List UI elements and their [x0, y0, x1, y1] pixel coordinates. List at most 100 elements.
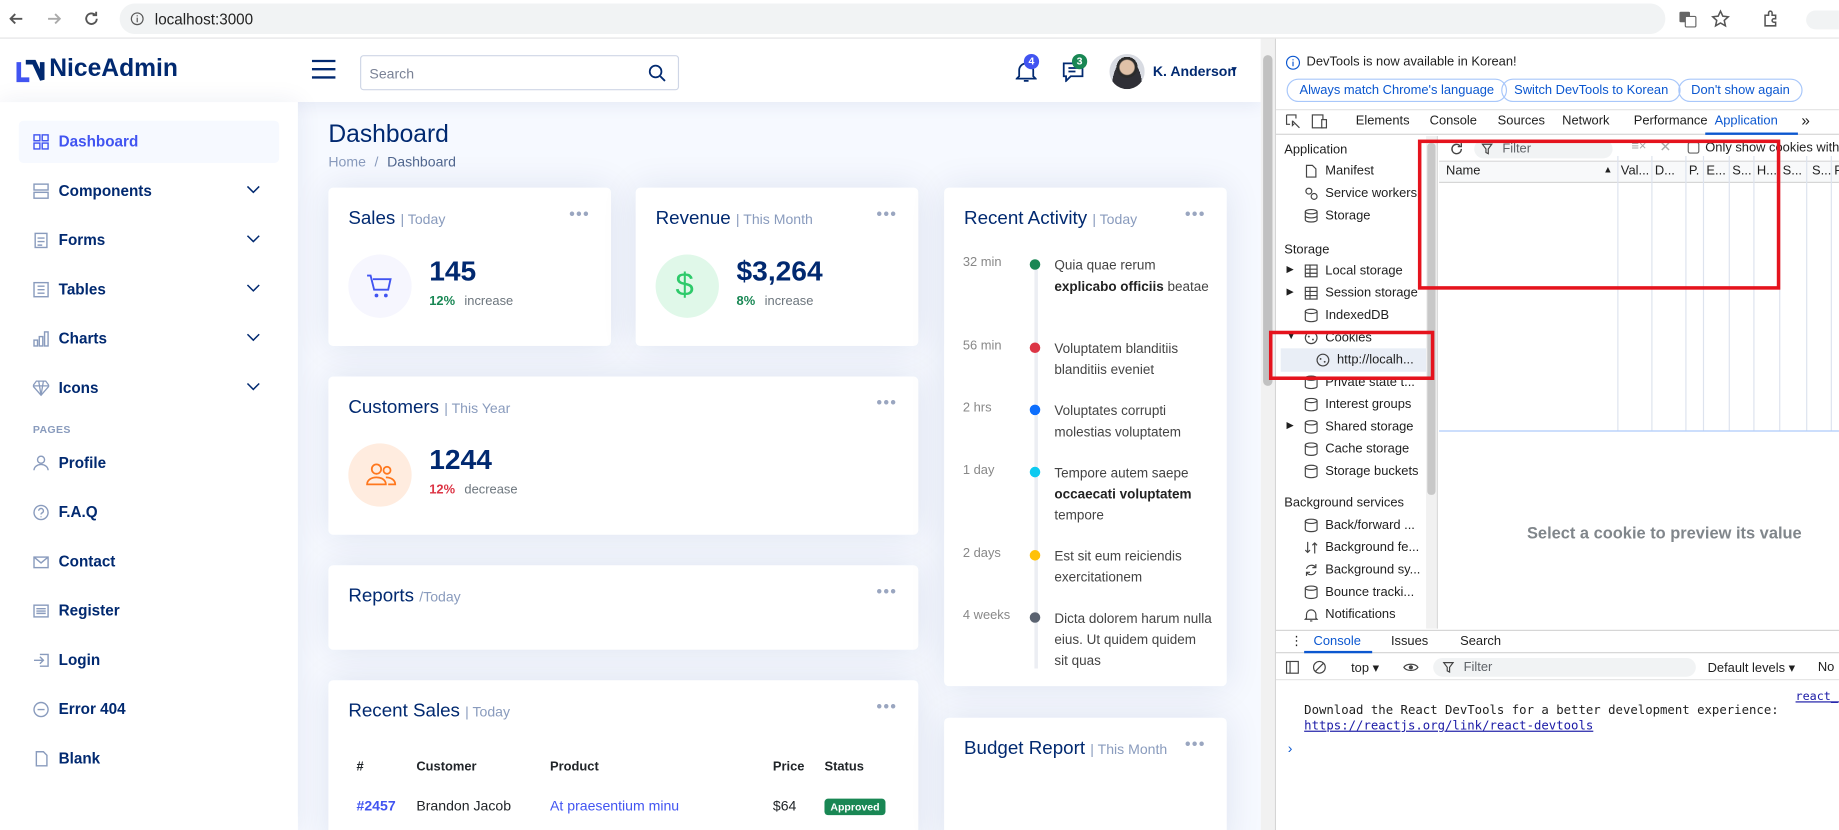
translate-icon[interactable] [1678, 9, 1697, 28]
preview-divider [1439, 430, 1839, 432]
card-title-text: Customers [348, 397, 440, 418]
column-header[interactable]: Customer [416, 760, 476, 774]
drawer-tab-console[interactable]: Console [1314, 634, 1361, 648]
expand-arrow-icon[interactable]: ▶ [1287, 420, 1294, 431]
recent-activity-card: Recent Activity | Today ••• 32 min Quia … [944, 187, 1227, 687]
card-subtitle: | Today [400, 211, 446, 228]
revenue-percent: 8% [736, 294, 756, 309]
sidebar-item-tables[interactable]: Tables [19, 269, 279, 311]
clear-console-icon[interactable] [1312, 660, 1326, 674]
profile-button[interactable] [1806, 10, 1839, 30]
sidebar-toggle-icon[interactable] [1285, 660, 1299, 674]
tab-performance[interactable]: Performance [1634, 114, 1708, 128]
inspect-element-icon[interactable] [1285, 114, 1300, 129]
console-source-link[interactable]: react_r [1796, 691, 1839, 704]
console-prompt-icon[interactable]: › [1288, 740, 1293, 756]
sidebar-item-login[interactable]: Login [19, 639, 279, 681]
tab-application[interactable]: Application [1715, 114, 1778, 128]
table-icon [1304, 286, 1318, 300]
column-header[interactable]: Product [550, 760, 599, 774]
column-header[interactable]: # [357, 760, 364, 774]
cart-icon-circle [348, 254, 412, 318]
url-text: localhost:3000 [154, 10, 254, 29]
tab-network[interactable]: Network [1562, 114, 1609, 128]
sidebar-item-error-404[interactable]: Error 404 [19, 688, 279, 730]
card-title-text: Reports [348, 586, 415, 607]
product-link[interactable]: At praesentium minu [550, 798, 679, 814]
sidebar-item-blank[interactable]: Blank [19, 738, 279, 780]
tab-console[interactable]: Console [1430, 114, 1477, 128]
more-options-icon[interactable]: ••• [1185, 734, 1206, 753]
sidebar-item-forms[interactable]: Forms [19, 219, 279, 261]
order-id-link[interactable]: #2457 [357, 798, 396, 814]
search-input[interactable]: Search [360, 55, 680, 91]
activity-text-part: Dicta dolorem harum nulla eius. Ut quide… [1054, 612, 1212, 669]
console-filter-input[interactable]: Filter [1433, 657, 1696, 677]
address-bar[interactable]: localhost:3000 [119, 3, 1666, 35]
devtools-notice: DevTools is now available in Korean! [1306, 55, 1517, 70]
card-title-text: Recent Activity [964, 208, 1088, 229]
sidebar-item-icons[interactable]: Icons [19, 367, 279, 409]
drawer-menu-icon[interactable]: ⋮ [1290, 633, 1303, 648]
card-title: Customers | This Year [348, 398, 510, 419]
star-icon[interactable] [1711, 9, 1730, 28]
sidebar-item-contact[interactable]: Contact [19, 541, 279, 583]
column-samesite[interactable]: S... [1812, 164, 1831, 178]
sidebar-item-label: Blank [58, 749, 101, 768]
dont-show-again-button[interactable]: Don't show again [1678, 78, 1803, 103]
tab-elements[interactable]: Elements [1356, 114, 1410, 128]
react-devtools-link[interactable]: https://reactjs.org/link/react-devtools [1304, 719, 1778, 734]
reload-icon[interactable] [82, 9, 101, 28]
console-message-text: Download the React DevTools for a better… [1304, 703, 1779, 718]
tab-sources[interactable]: Sources [1498, 114, 1545, 128]
card-title-text: Budget Report [964, 738, 1086, 759]
expand-arrow-icon[interactable]: ▶ [1287, 264, 1294, 275]
search-icon[interactable] [648, 64, 667, 83]
sales-value: 145 [429, 255, 477, 288]
info-icon[interactable] [130, 12, 144, 26]
log-levels-dropdown[interactable]: Default levels ▾ [1708, 660, 1796, 675]
forward-icon[interactable] [45, 9, 64, 28]
sidebar-item-label: Dashboard [58, 132, 139, 151]
drawer-tab-issues[interactable]: Issues [1391, 634, 1428, 648]
more-options-icon[interactable]: ••• [876, 393, 897, 412]
drawer-tab-search[interactable]: Search [1460, 634, 1501, 648]
more-options-icon[interactable]: ••• [876, 582, 897, 601]
drawer-active-indicator [1304, 650, 1373, 654]
sidebar-item-dashboard[interactable]: Dashboard [18, 120, 280, 164]
breadcrumb-home[interactable]: Home [328, 154, 366, 170]
back-icon[interactable] [7, 9, 26, 28]
sidebar-item-faq[interactable]: F.A.Q [19, 491, 279, 533]
customers-card: Customers | This Year ••• 1244 12% decre… [328, 376, 919, 535]
tree-item-label: Service workers [1325, 186, 1418, 201]
expand-arrow-icon[interactable]: ▶ [1287, 286, 1294, 297]
sidebar-item-charts[interactable]: Charts [19, 318, 279, 360]
column-header[interactable]: Status [824, 760, 863, 774]
user-menu[interactable]: K. Anderson ▾ [1109, 53, 1250, 90]
tree-item-label: Storage [1325, 208, 1371, 223]
more-tabs-icon[interactable]: » [1801, 111, 1809, 129]
eye-icon[interactable] [1403, 661, 1419, 673]
more-options-icon[interactable]: ••• [876, 697, 897, 716]
section-application: Application [1284, 143, 1348, 158]
sidebar-item-components[interactable]: Components [19, 170, 279, 212]
column-secure[interactable]: S... [1783, 164, 1802, 178]
context-selector[interactable]: top ▾ [1351, 660, 1379, 675]
hamburger-menu-icon[interactable] [311, 59, 337, 80]
column-priority[interactable]: P [1834, 164, 1839, 178]
sidebar-item-label: Forms [58, 231, 106, 249]
tree-item-label: Shared storage [1325, 419, 1414, 434]
switch-korean-button[interactable]: Switch DevTools to Korean [1501, 78, 1682, 103]
match-language-button[interactable]: Always match Chrome's language [1286, 78, 1508, 103]
sidebar-item-profile[interactable]: Profile [19, 442, 279, 484]
more-options-icon[interactable]: ••• [569, 204, 590, 223]
browser-toolbar: localhost:3000 [0, 0, 1839, 39]
column-header[interactable]: Price [773, 760, 805, 774]
more-options-icon[interactable]: ••• [1185, 204, 1206, 223]
database-icon [1304, 397, 1318, 412]
page-scrollbar[interactable] [1260, 38, 1275, 830]
extensions-icon[interactable] [1762, 9, 1781, 28]
device-toolbar-icon[interactable] [1311, 114, 1328, 129]
more-options-icon[interactable]: ••• [876, 204, 897, 223]
sidebar-item-register[interactable]: Register [19, 590, 279, 632]
